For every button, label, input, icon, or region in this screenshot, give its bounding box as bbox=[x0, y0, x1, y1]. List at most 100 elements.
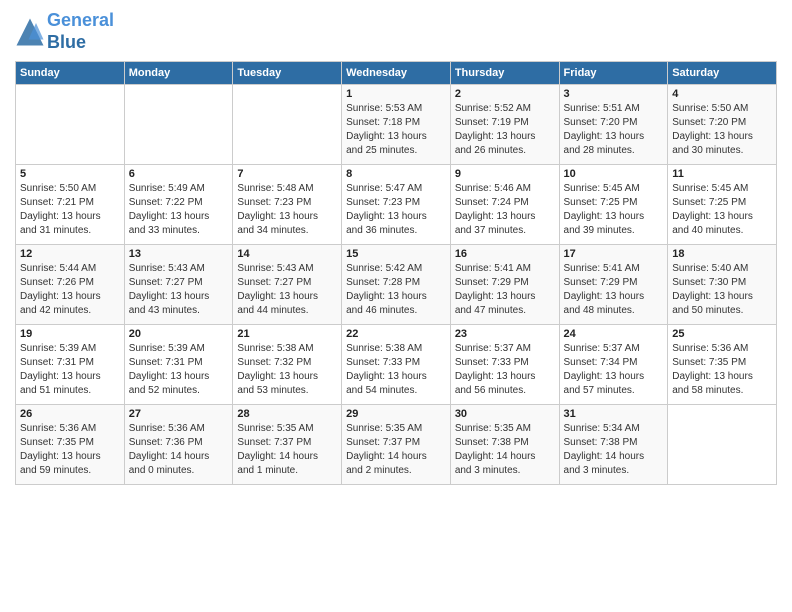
day-number: 4 bbox=[672, 88, 772, 100]
day-number: 18 bbox=[672, 248, 772, 260]
day-info: Sunrise: 5:37 AM Sunset: 7:33 PM Dayligh… bbox=[455, 342, 555, 398]
day-info: Sunrise: 5:52 AM Sunset: 7:19 PM Dayligh… bbox=[455, 102, 555, 158]
logo-text: General Blue bbox=[47, 10, 114, 53]
calendar-week-row: 19 Sunrise: 5:39 AM Sunset: 7:31 PM Dayli… bbox=[16, 325, 777, 405]
day-number: 23 bbox=[455, 328, 555, 340]
day-info: Sunrise: 5:34 AM Sunset: 7:38 PM Dayligh… bbox=[564, 422, 664, 478]
day-number: 30 bbox=[455, 408, 555, 420]
calendar-header: SundayMondayTuesdayWednesdayThursdayFrid… bbox=[16, 62, 777, 85]
calendar-cell: 4Sunrise: 5:50 AM Sunset: 7:20 PM Daylig… bbox=[668, 85, 777, 165]
day-number: 2 bbox=[455, 88, 555, 100]
logo: General Blue bbox=[15, 10, 114, 53]
calendar-cell: 2 Sunrise: 5:52 AM Sunset: 7:19 PM Daylig… bbox=[450, 85, 559, 165]
weekday-header: Friday bbox=[559, 62, 668, 85]
calendar-cell: 12 Sunrise: 5:44 AM Sunset: 7:26 PM Dayli… bbox=[16, 245, 125, 325]
day-info: Sunrise: 5:45 AM Sunset: 7:25 PM Dayligh… bbox=[564, 182, 664, 238]
day-info: Sunrise: 5:35 AM Sunset: 7:38 PM Dayligh… bbox=[455, 422, 555, 478]
day-info: Sunrise: 5:40 AM Sunset: 7:30 PM Dayligh… bbox=[672, 262, 772, 318]
day-info: Sunrise: 5:43 AM Sunset: 7:27 PM Dayligh… bbox=[237, 262, 337, 318]
day-info: Sunrise: 5:39 AM Sunset: 7:31 PM Dayligh… bbox=[20, 342, 120, 398]
day-number: 15 bbox=[346, 248, 446, 260]
day-info: Sunrise: 5:35 AM Sunset: 7:37 PM Dayligh… bbox=[237, 422, 337, 478]
calendar-cell bbox=[124, 85, 233, 165]
calendar-cell: 5 Sunrise: 5:50 AM Sunset: 7:21 PM Daylig… bbox=[16, 165, 125, 245]
weekday-header: Wednesday bbox=[342, 62, 451, 85]
day-number: 13 bbox=[129, 248, 229, 260]
day-number: 17 bbox=[564, 248, 664, 260]
day-info: Sunrise: 5:47 AM Sunset: 7:23 PM Dayligh… bbox=[346, 182, 446, 238]
day-info: Sunrise: 5:50 AM Sunset: 7:21 PM Dayligh… bbox=[20, 182, 120, 238]
calendar-cell: 27Sunrise: 5:36 AM Sunset: 7:36 PM Dayli… bbox=[124, 405, 233, 485]
calendar-cell: 8 Sunrise: 5:47 AM Sunset: 7:23 PM Daylig… bbox=[342, 165, 451, 245]
day-info: Sunrise: 5:41 AM Sunset: 7:29 PM Dayligh… bbox=[455, 262, 555, 318]
day-number: 26 bbox=[20, 408, 120, 420]
calendar-cell: 9 Sunrise: 5:46 AM Sunset: 7:24 PM Daylig… bbox=[450, 165, 559, 245]
calendar-cell: 20 Sunrise: 5:39 AM Sunset: 7:31 PM Dayli… bbox=[124, 325, 233, 405]
day-info: Sunrise: 5:38 AM Sunset: 7:33 PM Dayligh… bbox=[346, 342, 446, 398]
day-number: 27 bbox=[129, 408, 229, 420]
calendar-cell: 6Sunrise: 5:49 AM Sunset: 7:22 PM Daylig… bbox=[124, 165, 233, 245]
calendar-cell: 30 Sunrise: 5:35 AM Sunset: 7:38 PM Dayli… bbox=[450, 405, 559, 485]
calendar-cell: 31 Sunrise: 5:34 AM Sunset: 7:38 PM Dayli… bbox=[559, 405, 668, 485]
day-number: 28 bbox=[237, 408, 337, 420]
day-number: 19 bbox=[20, 328, 120, 340]
calendar-cell: 15Sunrise: 5:42 AM Sunset: 7:28 PM Dayli… bbox=[342, 245, 451, 325]
calendar-body: 1 Sunrise: 5:53 AM Sunset: 7:18 PM Daylig… bbox=[16, 85, 777, 485]
day-info: Sunrise: 5:43 AM Sunset: 7:27 PM Dayligh… bbox=[129, 262, 229, 318]
day-number: 14 bbox=[237, 248, 337, 260]
day-info: Sunrise: 5:44 AM Sunset: 7:26 PM Dayligh… bbox=[20, 262, 120, 318]
calendar-cell: 14 Sunrise: 5:43 AM Sunset: 7:27 PM Dayli… bbox=[233, 245, 342, 325]
day-number: 31 bbox=[564, 408, 664, 420]
calendar-cell: 29 Sunrise: 5:35 AM Sunset: 7:37 PM Dayli… bbox=[342, 405, 451, 485]
calendar-cell: 26 Sunrise: 5:36 AM Sunset: 7:35 PM Dayli… bbox=[16, 405, 125, 485]
calendar-week-row: 1 Sunrise: 5:53 AM Sunset: 7:18 PM Daylig… bbox=[16, 85, 777, 165]
day-info: Sunrise: 5:35 AM Sunset: 7:37 PM Dayligh… bbox=[346, 422, 446, 478]
day-info: Sunrise: 5:46 AM Sunset: 7:24 PM Dayligh… bbox=[455, 182, 555, 238]
day-number: 21 bbox=[237, 328, 337, 340]
day-number: 3 bbox=[564, 88, 664, 100]
calendar-cell: 17Sunrise: 5:41 AM Sunset: 7:29 PM Dayli… bbox=[559, 245, 668, 325]
day-info: Sunrise: 5:53 AM Sunset: 7:18 PM Dayligh… bbox=[346, 102, 446, 158]
header-row: SundayMondayTuesdayWednesdayThursdayFrid… bbox=[16, 62, 777, 85]
page-container: General Blue SundayMondayTuesdayWednesda… bbox=[0, 0, 792, 495]
calendar-cell: 22 Sunrise: 5:38 AM Sunset: 7:33 PM Dayli… bbox=[342, 325, 451, 405]
day-number: 11 bbox=[672, 168, 772, 180]
page-header: General Blue bbox=[15, 10, 777, 53]
day-info: Sunrise: 5:45 AM Sunset: 7:25 PM Dayligh… bbox=[672, 182, 772, 238]
calendar-week-row: 5 Sunrise: 5:50 AM Sunset: 7:21 PM Daylig… bbox=[16, 165, 777, 245]
calendar-cell: 10 Sunrise: 5:45 AM Sunset: 7:25 PM Dayli… bbox=[559, 165, 668, 245]
day-number: 1 bbox=[346, 88, 446, 100]
day-number: 25 bbox=[672, 328, 772, 340]
calendar-cell: 21 Sunrise: 5:38 AM Sunset: 7:32 PM Dayli… bbox=[233, 325, 342, 405]
day-number: 10 bbox=[564, 168, 664, 180]
day-info: Sunrise: 5:51 AM Sunset: 7:20 PM Dayligh… bbox=[564, 102, 664, 158]
calendar-cell: 13 Sunrise: 5:43 AM Sunset: 7:27 PM Dayli… bbox=[124, 245, 233, 325]
calendar-cell bbox=[16, 85, 125, 165]
day-number: 8 bbox=[346, 168, 446, 180]
calendar-cell: 25Sunrise: 5:36 AM Sunset: 7:35 PM Dayli… bbox=[668, 325, 777, 405]
calendar-cell bbox=[233, 85, 342, 165]
calendar-cell: 19 Sunrise: 5:39 AM Sunset: 7:31 PM Dayli… bbox=[16, 325, 125, 405]
calendar-cell: 1 Sunrise: 5:53 AM Sunset: 7:18 PM Daylig… bbox=[342, 85, 451, 165]
calendar-cell: 28 Sunrise: 5:35 AM Sunset: 7:37 PM Dayli… bbox=[233, 405, 342, 485]
calendar-week-row: 26 Sunrise: 5:36 AM Sunset: 7:35 PM Dayli… bbox=[16, 405, 777, 485]
day-number: 12 bbox=[20, 248, 120, 260]
day-info: Sunrise: 5:38 AM Sunset: 7:32 PM Dayligh… bbox=[237, 342, 337, 398]
day-info: Sunrise: 5:39 AM Sunset: 7:31 PM Dayligh… bbox=[129, 342, 229, 398]
day-number: 9 bbox=[455, 168, 555, 180]
day-number: 20 bbox=[129, 328, 229, 340]
weekday-header: Monday bbox=[124, 62, 233, 85]
weekday-header: Tuesday bbox=[233, 62, 342, 85]
day-number: 16 bbox=[455, 248, 555, 260]
calendar-cell: 11 Sunrise: 5:45 AM Sunset: 7:25 PM Dayli… bbox=[668, 165, 777, 245]
day-number: 22 bbox=[346, 328, 446, 340]
weekday-header: Saturday bbox=[668, 62, 777, 85]
day-number: 29 bbox=[346, 408, 446, 420]
day-number: 7 bbox=[237, 168, 337, 180]
day-number: 5 bbox=[20, 168, 120, 180]
calendar-cell: 23 Sunrise: 5:37 AM Sunset: 7:33 PM Dayli… bbox=[450, 325, 559, 405]
day-info: Sunrise: 5:37 AM Sunset: 7:34 PM Dayligh… bbox=[564, 342, 664, 398]
day-info: Sunrise: 5:36 AM Sunset: 7:35 PM Dayligh… bbox=[20, 422, 120, 478]
logo-icon bbox=[15, 17, 45, 47]
calendar-week-row: 12 Sunrise: 5:44 AM Sunset: 7:26 PM Dayli… bbox=[16, 245, 777, 325]
